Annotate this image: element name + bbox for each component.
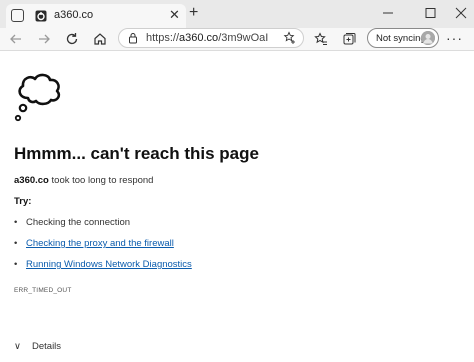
bullet: •	[14, 217, 18, 228]
favorite-star-icon[interactable]	[283, 31, 297, 45]
toolbar: https://a360.co/3m9wOaI Not syncing ···	[0, 28, 474, 51]
error-site: a360.co	[14, 175, 49, 186]
close-window-icon[interactable]	[450, 4, 472, 22]
network-diagnostics-link[interactable]: Running Windows Network Diagnostics	[26, 259, 192, 270]
details-toggle[interactable]: ∨ Details	[14, 341, 61, 352]
thought-cloud-icon	[14, 73, 61, 122]
details-label: Details	[32, 341, 62, 352]
browser-tab[interactable]: a360.co ✕	[6, 4, 186, 28]
address-bar[interactable]: https://a360.co/3m9wOaI	[118, 28, 304, 48]
sync-status: Not syncing	[376, 33, 426, 44]
favorites-icon[interactable]	[313, 31, 329, 47]
bullet: •	[14, 238, 18, 249]
error-heading: Hmmm... can't reach this page	[14, 144, 259, 163]
maximize-icon[interactable]	[419, 4, 441, 22]
tab-close-icon[interactable]: ✕	[169, 8, 180, 22]
lock-icon[interactable]	[127, 32, 139, 44]
tab-title: a360.co	[54, 9, 94, 21]
address-url[interactable]: https://a360.co/3m9wOaI	[146, 32, 268, 44]
error-reason: a360.co took too long to respond	[14, 175, 153, 186]
chevron-down-icon: ∨	[14, 341, 21, 352]
collections-icon[interactable]	[341, 31, 357, 47]
suggestion-check-connection: • Checking the connection	[14, 217, 130, 228]
refresh-icon[interactable]	[64, 31, 80, 47]
more-menu-button[interactable]: ···	[446, 30, 463, 46]
home-icon[interactable]	[92, 31, 108, 47]
suggestion-text: Checking the connection	[26, 217, 131, 228]
suggestion-check-proxy: • Checking the proxy and the firewall	[14, 238, 174, 249]
url-path: /3m9wOaI	[218, 32, 269, 44]
bullet: •	[14, 259, 18, 270]
error-code: ERR_TIMED_OUT	[14, 287, 72, 294]
forward-arrow-icon[interactable]	[36, 31, 52, 47]
url-host: a360.co	[179, 32, 219, 44]
proxy-firewall-link[interactable]: Checking the proxy and the firewall	[26, 238, 174, 249]
profile-button[interactable]: Not syncing	[367, 28, 439, 48]
minimize-icon[interactable]	[377, 4, 399, 22]
url-prefix: https://	[146, 32, 180, 44]
try-label: Try:	[14, 196, 32, 207]
back-arrow-icon[interactable]	[8, 31, 24, 47]
avatar	[421, 31, 435, 45]
title-bar: a360.co ✕ +	[0, 0, 474, 28]
error-reason-text: took too long to respond	[51, 175, 154, 186]
favicon	[35, 10, 47, 22]
new-tab-button[interactable]: +	[189, 5, 198, 21]
suggestion-network-diagnostics: • Running Windows Network Diagnostics	[14, 259, 192, 270]
tab-actions-icon[interactable]	[11, 9, 24, 22]
